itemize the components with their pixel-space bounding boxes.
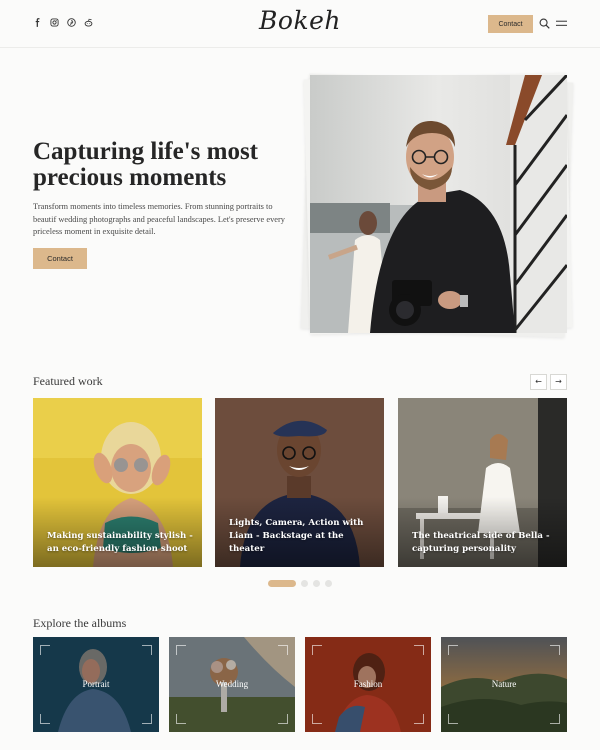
featured-card-caption: Lights, Camera, Action with Liam - Backs… [229,518,364,554]
frame-corner [312,714,322,724]
carousel-prev-button[interactable]: ← [530,374,547,390]
featured-card-3[interactable]: The theatrical side of Bella - capturing… [398,398,567,567]
frame-corner [448,645,458,655]
frame-corner [142,714,152,724]
frame-corner [176,714,186,724]
frame-corner [448,714,458,724]
hero-title-line-1: Capturing life's most [33,138,258,165]
frame-corner [414,714,424,724]
hero-contact-button[interactable]: Contact [33,248,87,269]
frame-corner [278,645,288,655]
album-label: Nature [491,679,517,689]
carousel-next-button[interactable]: → [550,374,567,390]
frame-corner [414,645,424,655]
frame-corner [550,645,560,655]
carousel-dot-2[interactable] [301,580,308,587]
albums-title: Explore the albums [33,616,127,630]
frame-corner [550,714,560,724]
hero-title-line-2: precious moments [33,164,227,191]
featured-card-1[interactable]: Making sustainability stylish - an eco-f… [33,398,202,567]
featured-work-title: Featured work [33,374,103,388]
carousel-dot-4[interactable] [325,580,332,587]
frame-corner [278,714,288,724]
frame-corner [40,714,50,724]
hero-photo-photographer [310,75,567,333]
frame-corner [312,645,322,655]
featured-card-2[interactable]: Lights, Camera, Action with Liam - Backs… [215,398,384,567]
frame-corner [176,645,186,655]
featured-card-caption: Making sustainability stylish - an eco-f… [47,531,193,554]
frame-corner [142,645,152,655]
hero-title: Capturing life's most precious moments [33,139,303,191]
album-fashion[interactable]: Fashion [305,637,431,732]
frame-corner [40,645,50,655]
header-contact-button[interactable]: Contact [488,15,533,33]
album-label: Wedding [215,679,249,689]
album-label: Fashion [353,679,383,689]
menu-icon[interactable] [556,19,567,28]
album-label: Portrait [82,679,110,689]
carousel-pagination [268,580,332,587]
photographer-illustration [310,75,567,333]
featured-card-caption: The theatrical side of Bella - capturing… [412,531,550,554]
carousel-dot-1[interactable] [268,580,296,587]
carousel-dot-3[interactable] [313,580,320,587]
album-portrait[interactable]: Portrait [33,637,159,732]
hero-subtitle: Transform moments into timeless memories… [33,202,285,236]
site-header: Bokeh Contact [0,0,600,48]
album-nature[interactable]: Nature [441,637,567,732]
album-wedding[interactable]: Wedding [169,637,295,732]
search-icon[interactable] [539,18,550,29]
